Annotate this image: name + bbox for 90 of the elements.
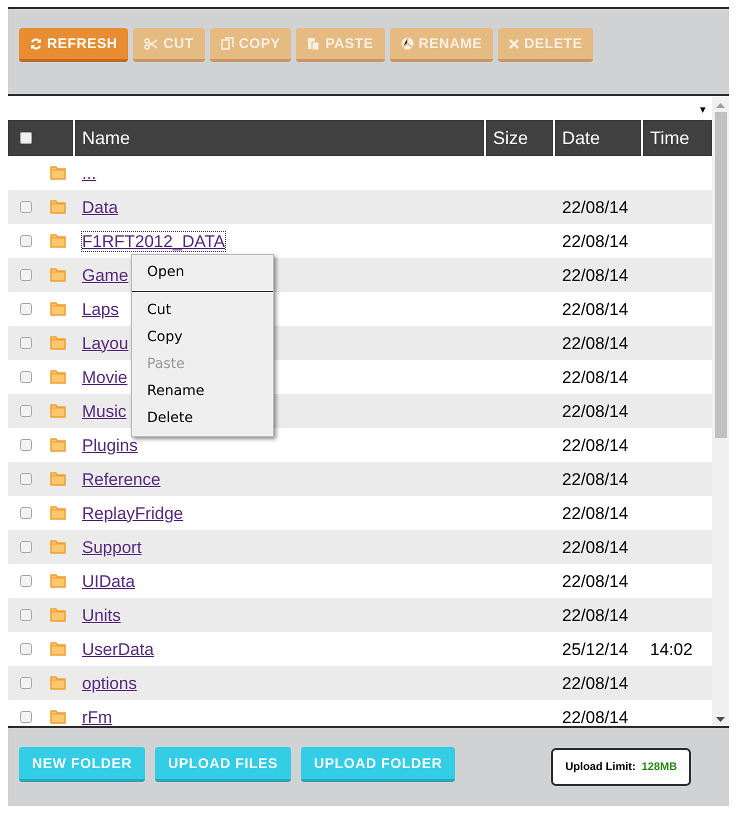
folder-icon [50,472,66,486]
refresh-icon [30,38,42,50]
folder-link[interactable]: ReplayFridge [82,504,184,522]
row-checkbox[interactable] [20,405,32,417]
scroll-thumb[interactable] [714,112,726,438]
date-cell: 22/08/14 [562,504,628,522]
folder-icon [50,608,66,622]
folder-link[interactable]: UserData [82,640,154,658]
folder-link[interactable]: ... [82,164,96,182]
folder-link[interactable]: F1RFT2012_DATA [82,232,225,250]
date-cell: 22/08/14 [562,266,628,284]
row-checkbox[interactable] [20,201,32,213]
folder-icon [50,302,66,316]
folder-icon [50,710,66,724]
folder-link[interactable]: Laps [82,300,119,318]
folder-icon [50,506,66,520]
date-cell: 22/08/14 [562,674,628,692]
upload-limit-label: Upload Limit: [565,760,636,775]
row-checkbox[interactable] [20,677,32,689]
menu-item[interactable]: Cut [132,297,273,324]
row-checkbox[interactable] [20,541,32,553]
row-checkbox[interactable] [20,439,32,451]
date-cell: 22/08/14 [562,538,628,556]
column-header[interactable]: Size [493,124,528,152]
folder-link[interactable]: rFm [82,708,112,726]
folder-icon [50,166,66,180]
date-cell: 22/08/14 [562,198,628,216]
paste-icon [307,36,320,50]
scissors-icon [144,38,158,50]
pie-icon [400,37,414,50]
folder-link[interactable]: Data [82,198,118,216]
folder-link[interactable]: Layou [82,334,128,352]
scrollbar[interactable] [712,96,729,726]
folder-icon [50,642,66,656]
row-checkbox[interactable] [20,711,32,723]
close-icon [509,38,520,48]
folder-icon [50,268,66,282]
upload-limit-value: 128MB [642,760,678,775]
folder-link[interactable]: Movie [82,368,128,386]
copy-icon [220,37,234,50]
scroll-down-icon[interactable] [716,717,725,722]
select-all-checkbox[interactable] [20,132,32,144]
dropdown-caret[interactable]: ▾ [700,105,706,120]
folder-link[interactable]: Music [82,402,126,420]
scroll-up-icon[interactable] [716,103,725,108]
menu-item[interactable]: Rename [132,378,273,405]
date-cell: 22/08/14 [562,708,628,726]
date-cell: 22/08/14 [562,334,628,352]
row-checkbox[interactable] [20,303,32,315]
date-cell: 22/08/14 [562,402,628,420]
folder-link[interactable]: Reference [82,470,160,488]
menu-item[interactable]: Copy [132,324,273,351]
folder-link[interactable]: UIData [82,572,135,590]
folder-icon [50,438,66,452]
column-header[interactable]: Name [82,124,130,152]
folder-icon [50,200,66,214]
folder-link[interactable]: Units [82,606,121,624]
date-cell: 25/12/14 [562,640,628,658]
folder-link[interactable]: options [82,674,137,692]
folder-icon [50,234,66,248]
folder-link[interactable]: Game [82,266,128,284]
folder-icon [50,676,66,690]
menu-item[interactable]: Open [132,259,273,286]
column-header[interactable]: Time [650,124,690,152]
row-checkbox[interactable] [20,337,32,349]
folder-link[interactable]: Plugins [82,436,138,454]
menu-item[interactable]: Delete [132,405,273,432]
date-cell: 22/08/14 [562,606,628,624]
date-cell: 22/08/14 [562,368,628,386]
time-cell: 14:02 [650,640,693,658]
row-checkbox[interactable] [20,371,32,383]
folder-icon [50,336,66,350]
date-cell: 22/08/14 [562,470,628,488]
row-checkbox[interactable] [20,609,32,621]
row-checkbox[interactable] [20,507,32,519]
folder-link[interactable]: Support [82,538,142,556]
row-checkbox[interactable] [20,575,32,587]
row-checkbox[interactable] [20,643,32,655]
date-cell: 22/08/14 [562,232,628,250]
folder-icon [50,370,66,384]
date-cell: 22/08/14 [562,300,628,318]
column-header[interactable]: Date [562,124,600,152]
folder-icon [50,540,66,554]
folder-icon [50,404,66,418]
folder-icon [50,574,66,588]
date-cell: 22/08/14 [562,572,628,590]
date-cell: 22/08/14 [562,436,628,454]
row-checkbox[interactable] [20,235,32,247]
row-checkbox[interactable] [20,473,32,485]
row-checkbox[interactable] [20,269,32,281]
